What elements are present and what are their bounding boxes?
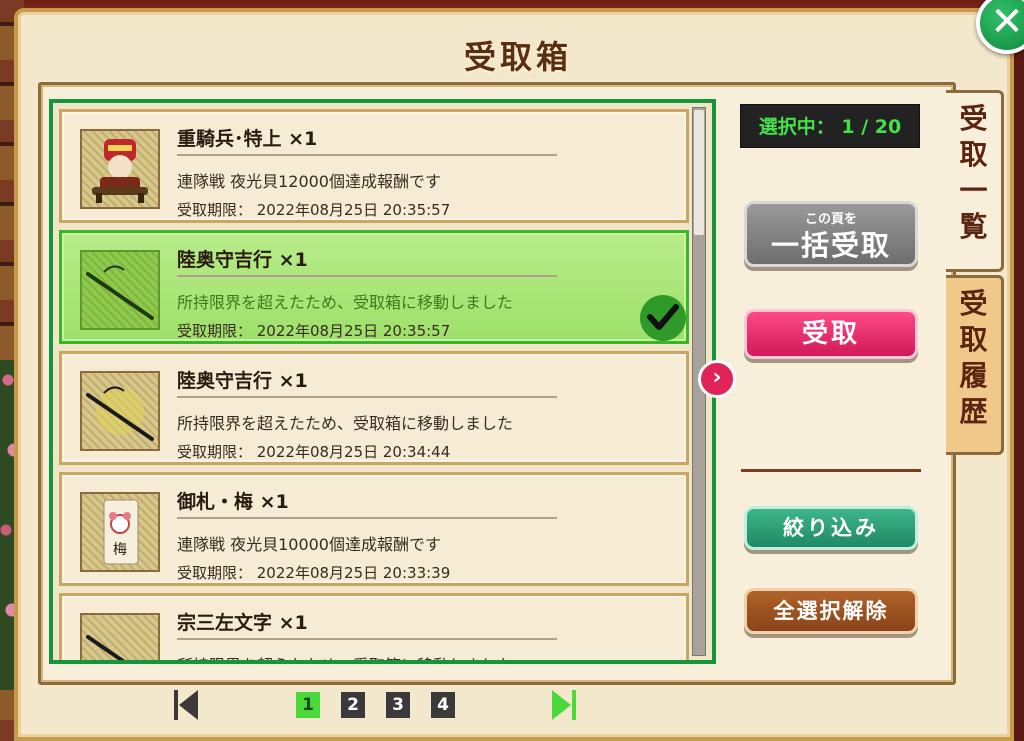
page-2-button[interactable]: 2 xyxy=(341,692,365,718)
bulk-receive-button[interactable]: この頁を 一括受取 xyxy=(744,201,918,267)
sword-icon xyxy=(80,613,160,660)
talisman-icon: 梅 xyxy=(80,492,160,572)
item-expiry: 受取期限： 2022年08月25日 20:34:44 xyxy=(177,443,451,461)
tab-receive-history[interactable]: 受 取 履 歴 xyxy=(946,275,1004,455)
divider xyxy=(177,275,557,277)
item-name: 陸奥守吉行 ×1 xyxy=(177,249,308,271)
tab-char: 歴 xyxy=(959,395,988,428)
page-title: 受取箱 xyxy=(463,38,572,76)
tab-char: 一 xyxy=(959,174,988,207)
list-item-selected[interactable]: 陸奥守吉行 ×1 所持限界を超えたため、受取箱に移動しました 受取期限： 202… xyxy=(59,230,689,344)
divider xyxy=(741,469,921,472)
page-3-button[interactable]: 3 xyxy=(386,692,410,718)
bulk-receive-label: 一括受取 xyxy=(770,229,891,262)
page-1-button[interactable]: 1 xyxy=(296,692,320,718)
selection-counter: 選択中： 1 / 20 xyxy=(740,104,920,148)
list-item[interactable]: 梅 御札・梅 ×1 連隊戦 夜光貝10000個達成報酬です 受取期限： 2022… xyxy=(59,472,689,586)
item-expiry: 受取期限： 2022年08月25日 20:33:39 xyxy=(177,564,451,582)
receive-button[interactable]: 受取 xyxy=(744,309,918,359)
chevron-right-icon[interactable]: › xyxy=(698,360,736,398)
divider xyxy=(177,154,557,156)
divider xyxy=(177,638,557,640)
list-item[interactable]: 陸奥守吉行 ×1 所持限界を超えたため、受取箱に移動しました 受取期限： 202… xyxy=(59,351,689,465)
list-item[interactable]: 重騎兵･特上 ×1 連隊戦 夜光貝12000個達成報酬です 受取期限： 2022… xyxy=(59,109,689,223)
talisman-text: 梅 xyxy=(113,542,127,558)
tab-receive-list[interactable]: 受 取 一 覧 xyxy=(946,90,1004,272)
item-expiry: 受取期限： 2022年08月25日 20:35:57 xyxy=(177,322,451,340)
sword-icon xyxy=(80,371,160,451)
item-description: 所持限界を超えたため、受取箱に移動しました xyxy=(177,293,514,312)
item-name: 御札・梅 ×1 xyxy=(177,491,289,513)
tab-char: 取 xyxy=(959,323,988,356)
list-item[interactable]: 宗三左文字 ×1 所持限界を超えたため、受取箱に移動しました xyxy=(59,593,689,660)
tab-char: 取 xyxy=(959,138,988,171)
item-name: 宗三左文字 ×1 xyxy=(177,612,308,634)
checkmark-icon xyxy=(638,293,688,343)
divider xyxy=(177,517,557,519)
tab-char: 受 xyxy=(959,287,988,320)
item-name: 陸奥守吉行 ×1 xyxy=(177,370,308,392)
item-description: 所持限界を超えたため、受取箱に移動しました xyxy=(177,652,513,660)
scrollbar-thumb[interactable] xyxy=(694,110,704,235)
filter-button[interactable]: 絞り込み xyxy=(744,506,918,550)
deselect-all-button[interactable]: 全選択解除 xyxy=(744,588,918,634)
divider xyxy=(177,396,557,398)
item-description: 所持限界を超えたため、受取箱に移動しました xyxy=(177,414,514,433)
first-page-icon[interactable] xyxy=(172,688,200,722)
page-4-button[interactable]: 4 xyxy=(431,692,455,718)
sword-icon xyxy=(80,250,160,330)
tab-char: 覧 xyxy=(959,210,988,243)
item-name: 重騎兵･特上 ×1 xyxy=(177,128,318,150)
item-expiry: 受取期限： 2022年08月25日 20:35:57 xyxy=(177,201,451,219)
item-list: 重騎兵･特上 ×1 連隊戦 夜光貝12000個達成報酬です 受取期限： 2022… xyxy=(49,99,716,664)
item-description: 連隊戦 夜光貝12000個達成報酬です xyxy=(177,172,441,191)
tab-char: 受 xyxy=(959,102,988,135)
last-page-icon[interactable] xyxy=(550,688,578,722)
warrior-icon xyxy=(80,129,160,209)
tab-char: 履 xyxy=(959,359,988,392)
item-description: 連隊戦 夜光貝10000個達成報酬です xyxy=(177,535,441,554)
